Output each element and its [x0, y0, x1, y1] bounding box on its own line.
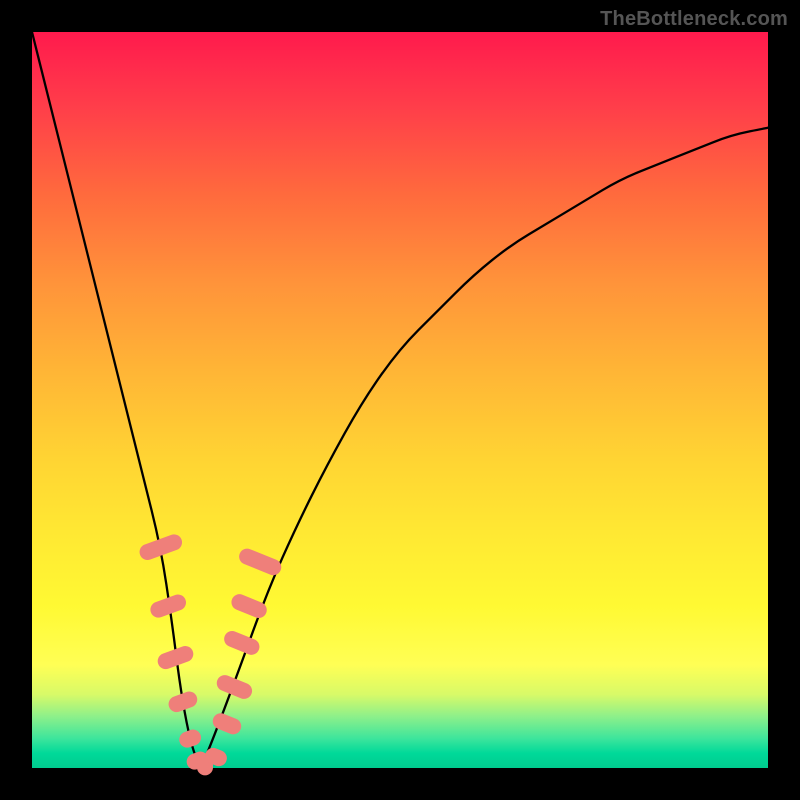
plot-area	[32, 32, 768, 768]
marker-group	[137, 532, 283, 775]
marker-11	[229, 592, 269, 621]
chart-svg	[32, 32, 768, 768]
marker-4	[177, 727, 203, 750]
curve-right-branch	[201, 128, 768, 768]
marker-3	[166, 689, 199, 714]
marker-9	[214, 673, 254, 702]
marker-12	[237, 546, 284, 577]
marker-10	[222, 629, 262, 658]
watermark-text: TheBottleneck.com	[600, 8, 788, 31]
curve-group	[32, 32, 768, 768]
